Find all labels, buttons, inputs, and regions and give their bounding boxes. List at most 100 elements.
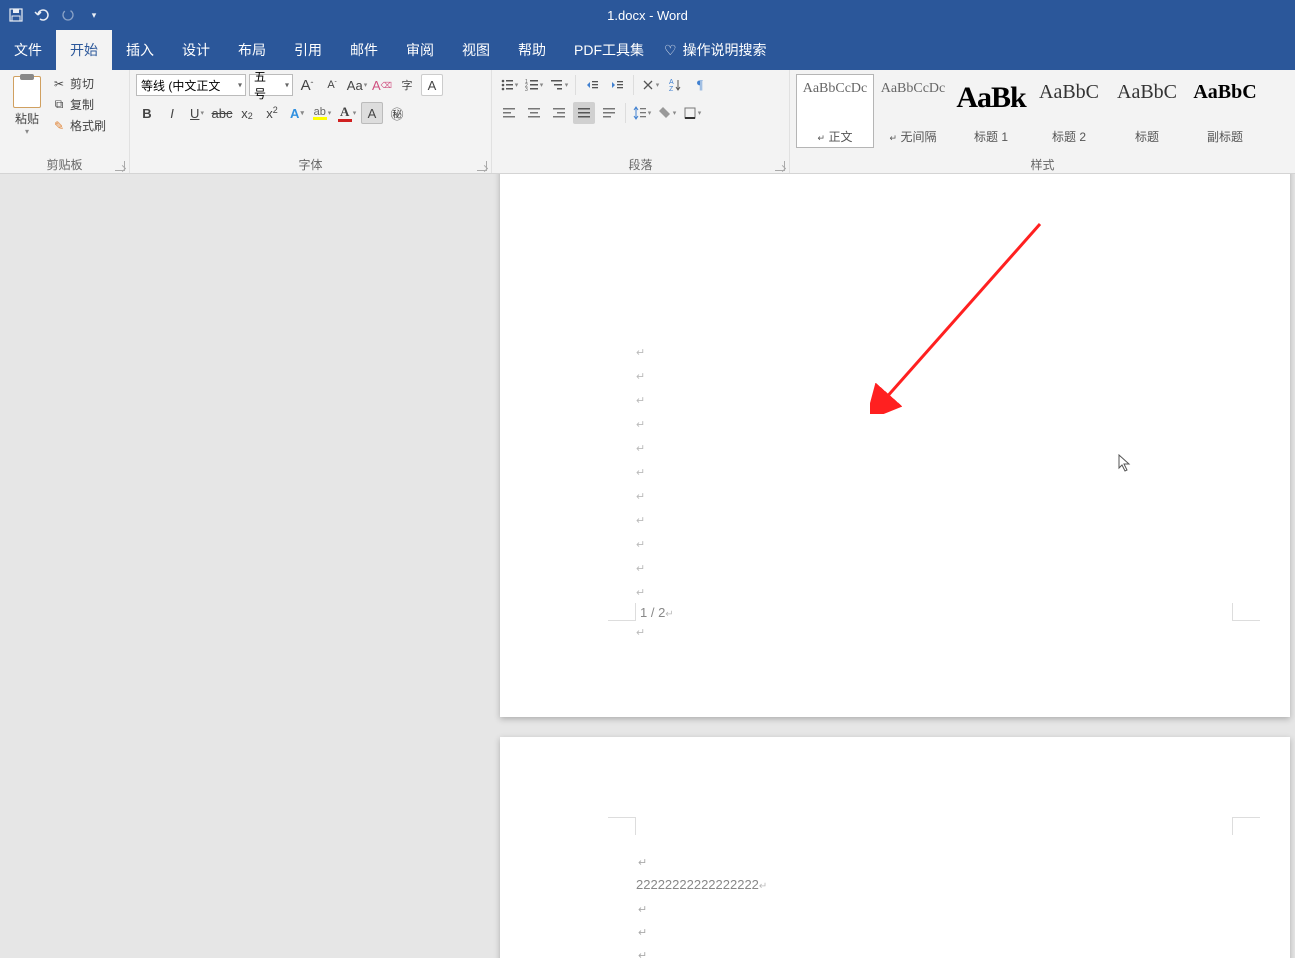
multilevel-list-button[interactable]: ▾ — [548, 74, 570, 96]
style-name-label: ↵ 无间隔 — [877, 128, 949, 145]
svg-text:3: 3 — [525, 87, 528, 92]
grow-font-button[interactable]: Aˆ — [296, 74, 318, 96]
sort-button[interactable]: AZ — [664, 74, 686, 96]
style-title[interactable]: AaBbC 标题 — [1108, 74, 1186, 148]
mouse-cursor-icon — [1118, 454, 1132, 477]
style-normal[interactable]: AaBbCcDc ↵ 正文 — [796, 74, 874, 148]
tab-insert[interactable]: 插入 — [112, 30, 168, 70]
chevron-down-icon: ▾ — [285, 81, 289, 90]
style-preview: AaBk — [955, 81, 1027, 115]
bold-button[interactable]: B — [136, 102, 158, 124]
text-effects-button[interactable]: A▾ — [286, 102, 308, 124]
asian-align-button[interactable]: ▾ — [639, 74, 661, 96]
tab-home[interactable]: 开始 — [56, 30, 112, 70]
style-heading1[interactable]: AaBk 标题 1 — [952, 74, 1030, 148]
format-painter-button[interactable]: ✎格式刷 — [50, 116, 108, 135]
highlight-button[interactable]: ab▾ — [311, 102, 333, 124]
style-preview: AaBbCcDc — [877, 81, 949, 97]
redo-icon[interactable] — [60, 7, 76, 23]
font-launcher[interactable] — [477, 161, 487, 171]
tab-view[interactable]: 视图 — [448, 30, 504, 70]
superscript-button[interactable]: x2 — [261, 102, 283, 124]
strikethrough-button[interactable]: abc — [211, 102, 233, 124]
paste-button[interactable]: 粘贴 ▾ — [6, 74, 48, 136]
margin-corner-bl — [608, 603, 636, 621]
phonetic-guide-button[interactable]: 字 — [396, 74, 418, 96]
italic-button[interactable]: I — [161, 102, 183, 124]
paragraph-launcher[interactable] — [775, 161, 785, 171]
shading-button[interactable]: ▾ — [656, 102, 678, 124]
save-icon[interactable] — [8, 7, 24, 23]
enclose-characters-button[interactable]: ㊙ — [386, 102, 408, 124]
undo-icon[interactable] — [34, 7, 50, 23]
show-marks-button[interactable]: ¶ — [689, 74, 711, 96]
scissors-icon: ✂ — [52, 77, 66, 91]
document-page-1[interactable]: ↵ ↵ ↵ ↵ ↵ ↵ ↵ ↵ ↵ ↵ ↵ 1 / 2↵ ↵ — [500, 174, 1290, 717]
svg-text:A: A — [669, 79, 674, 86]
enclose-label: ㊙ — [390, 104, 403, 123]
font-size-combo[interactable]: 五号▾ — [249, 74, 293, 96]
window-title: 1.docx - Word — [607, 8, 688, 23]
change-case-button[interactable]: Aa▾ — [346, 74, 368, 96]
increase-indent-button[interactable] — [606, 74, 628, 96]
distribute-button[interactable] — [598, 102, 620, 124]
change-case-label: Aa — [347, 78, 363, 93]
style-name-label: ↵ 正文 — [799, 128, 871, 145]
grow-font-label: A — [301, 77, 311, 94]
tab-references[interactable]: 引用 — [280, 30, 336, 70]
tell-me-label: 操作说明搜索 — [683, 40, 767, 60]
font-color-button[interactable]: A▾ — [336, 102, 358, 124]
character-border-button[interactable]: A — [421, 74, 443, 96]
empty-paragraph — [636, 921, 767, 944]
style-name-label: 标题 — [1111, 128, 1183, 145]
margin-corner-tl — [608, 817, 636, 835]
tab-design[interactable]: 设计 — [168, 30, 224, 70]
style-subtitle[interactable]: AaBbC 副标题 — [1186, 74, 1264, 148]
cut-label: 剪切 — [70, 75, 94, 92]
style-heading2[interactable]: AaBbC 标题 2 — [1030, 74, 1108, 148]
copy-label: 复制 — [70, 96, 94, 113]
align-right-button[interactable] — [548, 102, 570, 124]
font-color-label: A — [340, 104, 349, 120]
tab-review[interactable]: 审阅 — [392, 30, 448, 70]
borders-button[interactable]: ▾ — [681, 102, 703, 124]
clear-formatting-button[interactable]: A⌫ — [371, 74, 393, 96]
brush-icon: ✎ — [52, 119, 66, 133]
align-center-button[interactable] — [523, 102, 545, 124]
cut-button[interactable]: ✂ 剪切 — [50, 74, 108, 93]
style-preview: AaBbC — [1111, 81, 1183, 104]
clipboard-icon — [13, 76, 41, 108]
tab-mail[interactable]: 邮件 — [336, 30, 392, 70]
document-page-2[interactable]: 22222222222222222↵ — [500, 737, 1290, 958]
ribbon: 粘贴 ▾ ✂剪切 ⧉复制 ✎格式刷 剪贴板 等线 (中文正文▾ 五号▾ Aˆ A… — [0, 70, 1295, 174]
shrink-font-button[interactable]: Aˇ — [321, 74, 343, 96]
tab-layout[interactable]: 布局 — [224, 30, 280, 70]
numbering-button[interactable]: 123▾ — [523, 74, 545, 96]
tell-me-search[interactable]: ♡ 操作说明搜索 — [664, 30, 767, 70]
strike-label: abc — [212, 106, 233, 121]
tab-file[interactable]: 文件 — [0, 30, 56, 70]
document-area[interactable]: ↵ ↵ ↵ ↵ ↵ ↵ ↵ ↵ ↵ ↵ ↵ 1 / 2↵ ↵ 222222222… — [0, 174, 1295, 958]
copy-button[interactable]: ⧉复制 — [50, 95, 108, 114]
tab-pdf-tools[interactable]: PDF工具集 — [560, 30, 658, 70]
tab-help[interactable]: 帮助 — [504, 30, 560, 70]
style-name-label: 副标题 — [1189, 128, 1261, 145]
svg-text:Z: Z — [669, 86, 674, 92]
line-spacing-button[interactable]: ▾ — [631, 102, 653, 124]
bullets-button[interactable]: ▾ — [498, 74, 520, 96]
font-name-combo[interactable]: 等线 (中文正文▾ — [136, 74, 246, 96]
character-shading-button[interactable]: A — [361, 102, 383, 124]
style-no-spacing[interactable]: AaBbCcDc ↵ 无间隔 — [874, 74, 952, 148]
justify-button[interactable] — [573, 102, 595, 124]
clear-formatting-label: A — [372, 78, 381, 93]
align-left-button[interactable] — [498, 102, 520, 124]
clipboard-launcher[interactable] — [115, 161, 125, 171]
underline-button[interactable]: U▾ — [186, 102, 208, 124]
qat-customize-icon[interactable]: ▾ — [86, 7, 102, 23]
underline-label: U — [190, 106, 199, 121]
subscript-button[interactable]: x2 — [236, 102, 258, 124]
sup-2: 2 — [273, 105, 278, 115]
styles-gallery[interactable]: AaBbCcDc ↵ 正文 AaBbCcDc ↵ 无间隔 AaBk 标题 1 A… — [794, 72, 1266, 150]
empty-paragraph — [636, 944, 767, 958]
decrease-indent-button[interactable] — [581, 74, 603, 96]
